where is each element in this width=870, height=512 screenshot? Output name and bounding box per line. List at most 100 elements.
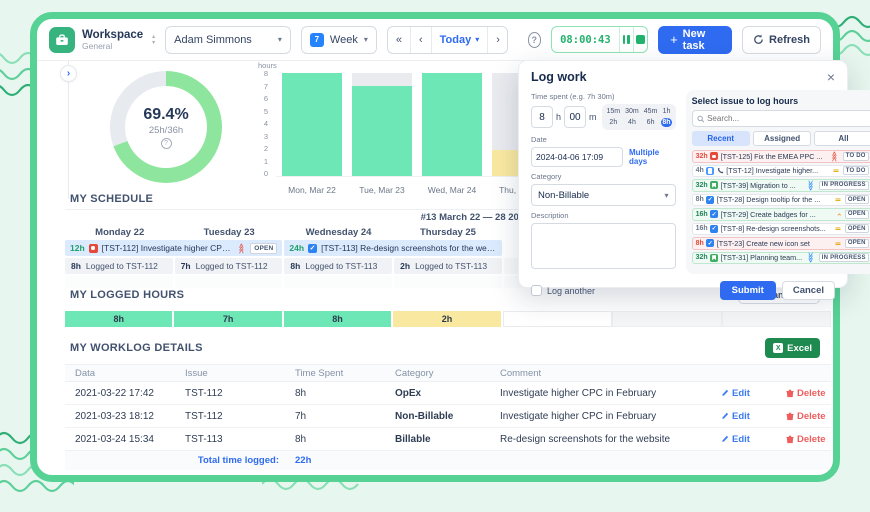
- logged-cell: 8hLogged to TST-112: [65, 258, 173, 274]
- logged-percent: 69.4%: [143, 106, 188, 124]
- workspace-title: Workspace: [82, 29, 143, 41]
- bar-wed: [422, 73, 482, 176]
- quick-option[interactable]: 6h: [643, 118, 659, 127]
- story-icon: [710, 254, 718, 262]
- hours-segment: 7h: [174, 311, 283, 327]
- minutes-input[interactable]: [564, 106, 586, 128]
- issue-picker-panel: Select issue to log hours Recent Assigne…: [686, 90, 870, 274]
- new-task-button[interactable]: + New task: [658, 26, 732, 54]
- excel-label: Excel: [787, 343, 812, 354]
- prev-week-button[interactable]: «: [388, 27, 410, 53]
- delete-button[interactable]: Delete: [786, 388, 831, 399]
- multiple-days-link[interactable]: Multiple days: [629, 148, 676, 166]
- logged-cell: 8hLogged to TST-113: [284, 258, 392, 274]
- task-icon: ✓: [710, 225, 718, 233]
- issue-row[interactable]: 32h[TST-31] Planning team...⋘IN PROGRESS: [692, 252, 870, 265]
- priority-lowest-icon: ⋘: [806, 252, 813, 263]
- issue-row[interactable]: 16h✓[TST-29] Create badges for ...‹OPEN: [692, 208, 870, 221]
- log-another-checkbox[interactable]: [531, 285, 542, 296]
- delete-button[interactable]: Delete: [786, 411, 831, 422]
- issue-row[interactable]: 8h✓[TST-23] Create new icon set=OPEN: [692, 237, 870, 250]
- search-input[interactable]: [707, 114, 868, 123]
- priority-medium-icon: =: [835, 225, 842, 232]
- user-select-value: Adam Simmons: [174, 34, 252, 46]
- stop-icon: [636, 35, 645, 44]
- donut-center: 69.4% 25h/36h ?: [125, 86, 207, 168]
- edit-button[interactable]: Edit: [721, 434, 776, 445]
- tab-assigned[interactable]: Assigned: [753, 131, 811, 146]
- timer-pause-button[interactable]: [619, 27, 633, 52]
- chevron-down-icon: ▾: [278, 35, 282, 44]
- close-icon[interactable]: ×: [827, 71, 835, 83]
- user-select[interactable]: Adam Simmons ▾: [165, 26, 291, 54]
- quick-option[interactable]: 45m: [643, 107, 659, 116]
- status-badge: OPEN: [250, 243, 277, 254]
- submit-button[interactable]: Submit: [720, 281, 776, 300]
- workspace-sort-icon: ▴▾: [152, 34, 155, 46]
- task-bar-text: [TST-112] Investigate higher CPC in Febr…: [102, 243, 232, 253]
- tab-recent[interactable]: Recent: [692, 131, 750, 146]
- quick-option[interactable]: 15m: [606, 107, 622, 116]
- day-header: Wednesday 24: [284, 227, 393, 238]
- day-header: Thursday 25: [393, 227, 502, 238]
- chevron-down-icon: ▾: [364, 35, 368, 44]
- schedule-task-bar[interactable]: 12h [TST-112] Investigate higher CPC in …: [65, 240, 282, 256]
- priority-highest-icon: ⋘: [830, 151, 837, 162]
- schedule-task-bar[interactable]: 24h ✓ [TST-113] Re-design screenshots fo…: [284, 240, 501, 256]
- logged-cell: 2hLogged to TST-113: [394, 258, 502, 274]
- task-icon: ✓: [710, 210, 718, 218]
- refresh-label: Refresh: [769, 34, 810, 46]
- modal-title: Log work: [531, 70, 587, 84]
- task-icon: ✓: [308, 244, 317, 253]
- workspace-switcher[interactable]: Workspace General ▴▾: [49, 27, 155, 53]
- description-textarea[interactable]: [531, 223, 676, 269]
- calendar-icon: 7: [310, 33, 324, 47]
- issue-row[interactable]: 32h[TST-39] Migration to ...⋘IN PROGRESS: [692, 179, 870, 192]
- priority-highest-icon: ⋘: [237, 243, 244, 254]
- quick-option[interactable]: 2h: [606, 118, 622, 127]
- next-day-button[interactable]: ›: [487, 27, 507, 53]
- edit-button[interactable]: Edit: [721, 411, 776, 422]
- today-button[interactable]: Today▾: [431, 27, 488, 53]
- y-axis-ticks: 876543210: [252, 70, 268, 177]
- refresh-button[interactable]: Refresh: [742, 26, 821, 54]
- delete-button[interactable]: Delete: [786, 434, 831, 445]
- prev-day-button[interactable]: ‹: [410, 27, 431, 53]
- edit-button[interactable]: Edit: [721, 388, 776, 399]
- issue-row[interactable]: 16h✓[TST-8] Re-design screenshots...=OPE…: [692, 223, 870, 236]
- hours-input[interactable]: [531, 106, 553, 128]
- date-input[interactable]: [531, 147, 623, 167]
- donut-help-icon[interactable]: ?: [161, 138, 172, 149]
- document-icon: [706, 167, 714, 175]
- cancel-button[interactable]: Cancel: [782, 281, 835, 300]
- issue-search[interactable]: [692, 110, 870, 127]
- period-select[interactable]: 7 Week ▾: [301, 26, 377, 54]
- worklog-total-row: Total time logged:22h: [65, 451, 831, 470]
- timer-stop-button[interactable]: [633, 27, 647, 52]
- quick-time-options: 15m 30m 45m 1h 2h 4h 6h 8h: [602, 104, 676, 130]
- help-icon[interactable]: ?: [528, 32, 542, 48]
- schedule-title: MY SCHEDULE: [70, 193, 153, 205]
- issue-row[interactable]: 32h[TST-125] Fix the EMEA PPC ...⋘TO DO: [692, 150, 870, 163]
- quick-option[interactable]: 30m: [624, 107, 640, 116]
- category-value: Non-Billable: [538, 190, 589, 201]
- trash-icon: [786, 435, 794, 444]
- issue-row[interactable]: 4h[TST-12] Investigate higher...=TO DO: [692, 165, 870, 178]
- tab-all[interactable]: All: [814, 131, 870, 146]
- hours-segment: 8h: [65, 311, 174, 327]
- category-select[interactable]: Non-Billable ▾: [531, 184, 676, 206]
- quick-option[interactable]: 4h: [624, 118, 640, 127]
- table-row: 2021-03-24 15:34TST-1138hBillableRe-desi…: [65, 428, 831, 451]
- priority-high-icon: ‹: [836, 213, 843, 216]
- time-spent-label: Time spent (e.g. 7h 30m): [531, 92, 676, 101]
- quick-option[interactable]: 1h: [661, 107, 671, 116]
- logged-hours-title: MY LOGGED HOURS: [70, 289, 184, 301]
- quick-option-active[interactable]: 8h: [661, 118, 671, 127]
- issue-row[interactable]: 8h✓[TST-28] Design tooltip for the ...=O…: [692, 194, 870, 207]
- priority-medium-icon: =: [835, 240, 842, 247]
- trash-icon: [786, 412, 794, 421]
- excel-export-button[interactable]: X Excel: [765, 338, 820, 358]
- sidebar-expand-button[interactable]: ›: [60, 65, 77, 82]
- hours-bar-chart: hours 876543210 Mon, Mar 22Tue, Mar 23We…: [252, 61, 554, 201]
- priority-lowest-icon: ⋘: [806, 180, 813, 191]
